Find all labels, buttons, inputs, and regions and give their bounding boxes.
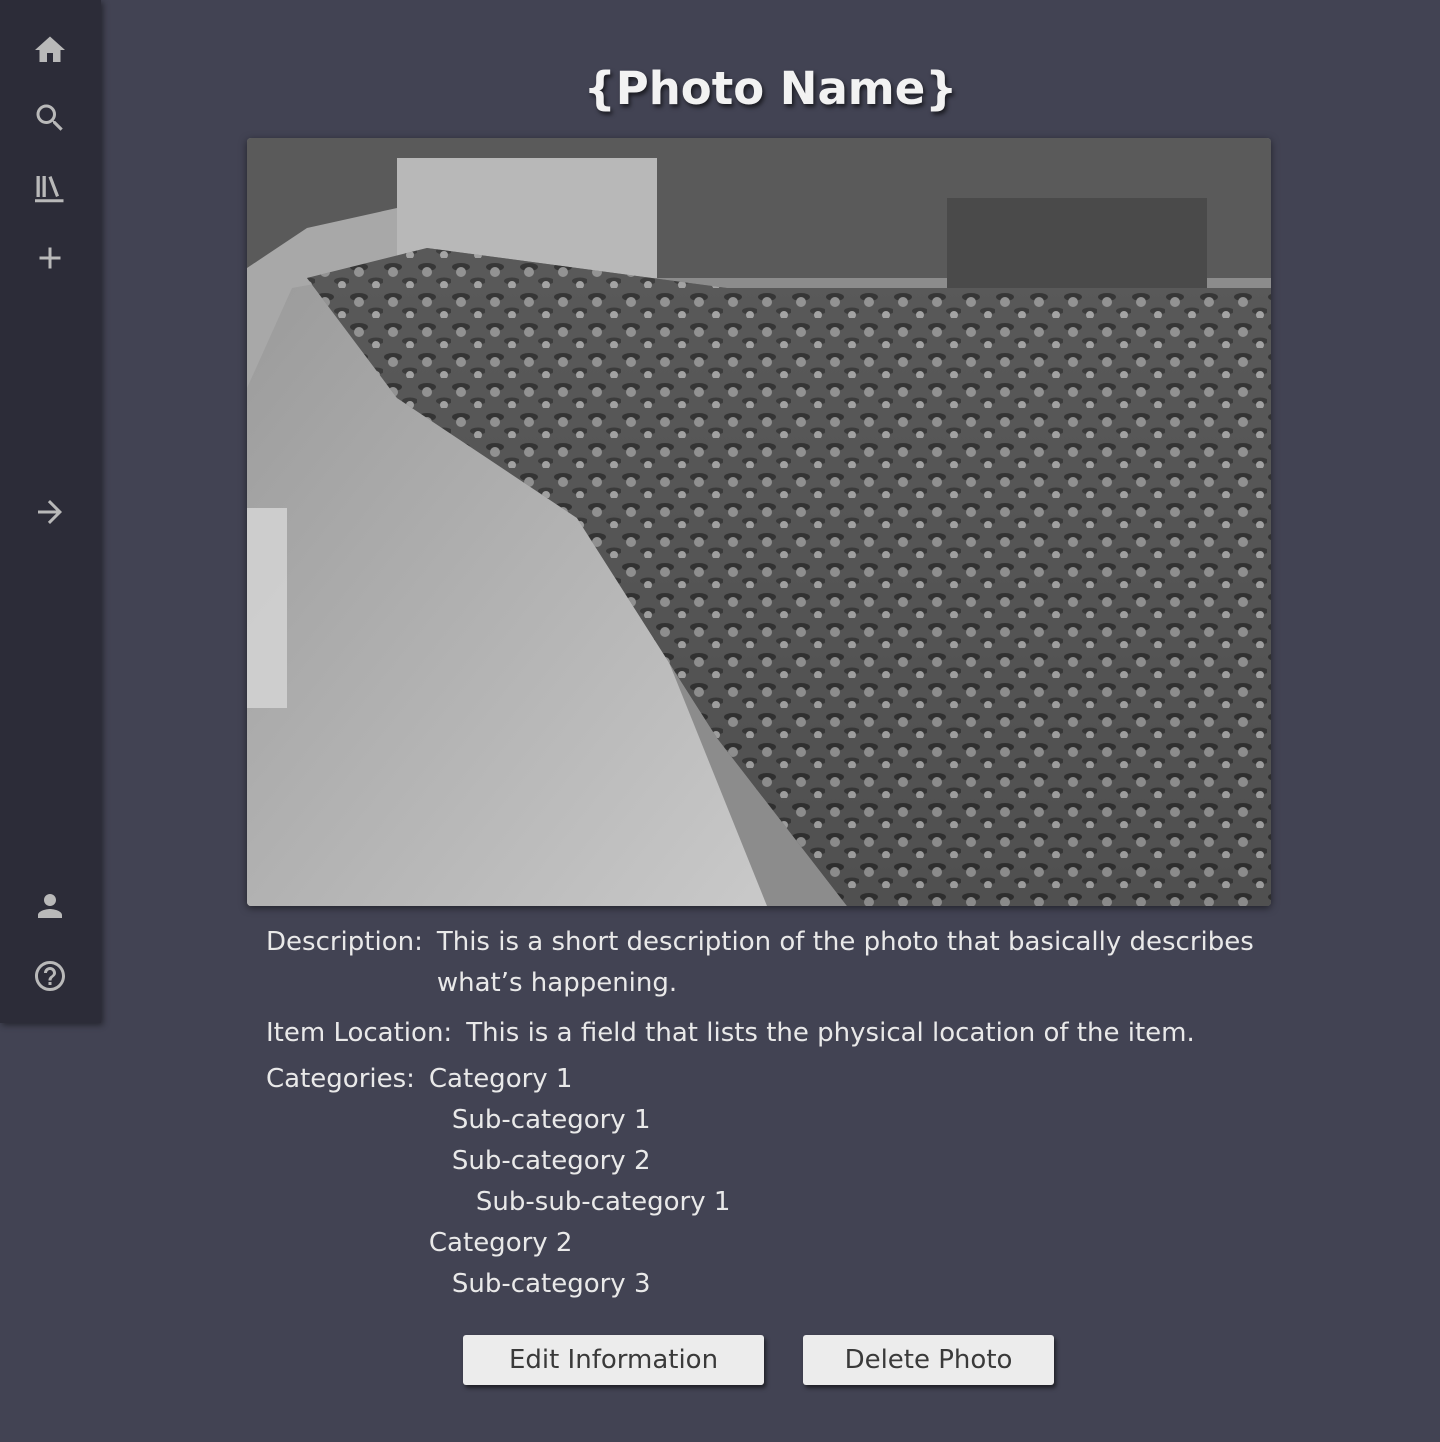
page-title: {Photo Name} xyxy=(583,62,958,115)
photo-details: Description: This is a short description… xyxy=(266,922,1286,1305)
sidebar xyxy=(0,0,101,1023)
photo-image xyxy=(247,138,1271,906)
arrow-right-icon[interactable] xyxy=(30,492,70,532)
description-row: Description: This is a short description… xyxy=(266,922,1286,1004)
library-icon[interactable] xyxy=(30,168,70,208)
delete-photo-button[interactable]: Delete Photo xyxy=(803,1335,1054,1385)
category-item: Category 1 xyxy=(428,1064,573,1094)
location-value: This is a field that lists the physical … xyxy=(466,1018,1195,1048)
categories-row: Categories: Category 1 Sub-category 1 Su… xyxy=(266,1059,1286,1305)
subcategory-item: Sub-category 3 xyxy=(451,1269,651,1299)
location-row: Item Location: This is a field that list… xyxy=(266,1013,1286,1054)
plus-icon[interactable] xyxy=(30,238,70,278)
categories-label: Categories: xyxy=(266,1064,415,1094)
sub-subcategory-item: Sub-sub-category 1 xyxy=(475,1187,731,1217)
description-value: This is a short description of the photo… xyxy=(436,927,1254,998)
help-icon[interactable] xyxy=(30,956,70,996)
category-list: Category 1 Sub-category 1 Sub-category 2… xyxy=(429,1059,1286,1305)
person-icon[interactable] xyxy=(30,886,70,926)
home-icon[interactable] xyxy=(30,30,70,70)
category-item: Category 2 xyxy=(428,1228,573,1258)
search-icon[interactable] xyxy=(30,98,70,138)
subcategory-item: Sub-category 2 xyxy=(451,1146,651,1176)
subcategory-item: Sub-category 1 xyxy=(451,1105,651,1135)
description-label: Description: xyxy=(266,927,423,957)
edit-information-button[interactable]: Edit Information xyxy=(463,1335,764,1385)
photo xyxy=(247,138,1271,906)
location-label: Item Location: xyxy=(266,1018,453,1048)
